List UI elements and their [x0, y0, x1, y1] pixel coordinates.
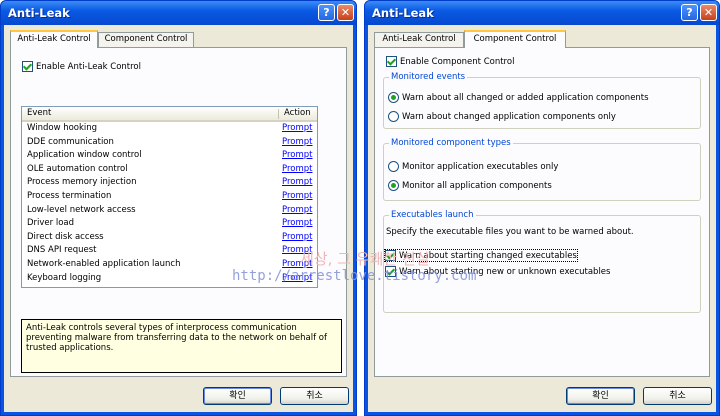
warn-changed-executables-checkbox[interactable]: Warn about starting changed executables [384, 249, 578, 262]
tab-panel: Enable Anti-Leak Control Event Action Wi… [10, 47, 347, 377]
event-name: Keyboard logging [27, 272, 102, 283]
action-link[interactable]: Prompt [282, 205, 313, 215]
table-row[interactable]: Network-enabled application launch Prompt [22, 258, 317, 272]
close-button[interactable]: ✕ [700, 4, 717, 21]
radio-label: Warn about changed application component… [402, 111, 616, 122]
radio-label: Monitor all application components [402, 180, 552, 191]
action-link[interactable]: Prompt [282, 191, 313, 201]
column-header-action[interactable]: Action [284, 108, 311, 118]
table-row[interactable]: Process termination Prompt [22, 190, 317, 204]
group-label: Monitored component types [389, 138, 513, 148]
event-name: Application window control [27, 150, 142, 161]
anti-leak-dialog-right: Anti-Leak ? ✕ Anti-Leak Control Componen… [364, 0, 720, 416]
action-link[interactable]: Prompt [282, 164, 313, 174]
radio-icon [388, 111, 399, 122]
table-row[interactable]: OLE automation control Prompt [22, 163, 317, 177]
checkbox-icon [385, 250, 396, 261]
radio-all-components[interactable]: Monitor all application components [388, 180, 552, 191]
checkbox-icon [385, 266, 396, 277]
event-name: DDE communication [27, 136, 114, 147]
table-row[interactable]: Driver load Prompt [22, 217, 317, 231]
table-row[interactable]: Window hooking Prompt [22, 122, 317, 136]
dialog-client: Anti-Leak Control Component Control Enab… [368, 25, 716, 412]
list-header: Event Action [22, 107, 317, 122]
ok-button[interactable]: 확인 [203, 387, 272, 405]
cancel-button[interactable]: 취소 [280, 387, 349, 405]
radio-warn-all-changed[interactable]: Warn about all changed or added applicat… [388, 92, 649, 103]
action-link[interactable]: Prompt [282, 123, 313, 133]
action-link[interactable]: Prompt [282, 232, 313, 242]
enable-component-label: Enable Component Control [400, 56, 515, 67]
action-link[interactable]: Prompt [282, 273, 313, 283]
enable-component-checkbox[interactable]: Enable Component Control [386, 56, 514, 67]
checkbox-label: Warn about starting new or unknown execu… [399, 266, 611, 277]
radio-label: Warn about all changed or added applicat… [402, 92, 649, 103]
column-header-event[interactable]: Event [27, 108, 51, 118]
checkbox-label: Warn about starting changed executables [399, 250, 577, 261]
tab-component-control[interactable]: Component Control [98, 32, 194, 47]
checkbox-icon [22, 61, 33, 72]
radio-label: Monitor application executables only [402, 161, 559, 172]
title-bar[interactable]: Anti-Leak ? ✕ [365, 1, 719, 25]
table-row[interactable]: Application window control Prompt [22, 149, 317, 163]
cancel-button[interactable]: 취소 [643, 387, 712, 405]
event-name: Low-level network access [27, 204, 136, 215]
monitored-events-group: Monitored events Warn about all changed … [383, 72, 701, 129]
executables-launch-group: Executables launch Specify the executabl… [383, 210, 701, 313]
radio-executables-only[interactable]: Monitor application executables only [388, 161, 558, 172]
event-name: Window hooking [27, 123, 98, 133]
event-name: Process memory injection [27, 177, 137, 188]
event-name: Driver load [27, 218, 75, 229]
radio-warn-changed-only[interactable]: Warn about changed application component… [388, 111, 616, 122]
radio-icon [388, 161, 399, 172]
enable-anti-leak-label: Enable Anti-Leak Control [36, 61, 141, 72]
instruction-text: Specify the executable files you want to… [386, 227, 634, 237]
enable-anti-leak-checkbox[interactable]: Enable Anti-Leak Control [22, 61, 141, 72]
action-link[interactable]: Prompt [282, 218, 313, 228]
help-button[interactable]: ? [318, 4, 335, 21]
monitored-types-group: Monitored component types Monitor applic… [383, 138, 701, 201]
table-row[interactable]: Keyboard logging Prompt [22, 272, 317, 286]
event-name: OLE automation control [27, 163, 128, 174]
window-title: Anti-Leak [372, 6, 434, 20]
event-name: Process termination [27, 191, 112, 201]
dialog-client: Anti-Leak Control Component Control Enab… [4, 25, 353, 412]
table-row[interactable]: Low-level network access Prompt [22, 204, 317, 218]
tab-component-control[interactable]: Component Control [464, 30, 566, 48]
warn-new-executables-checkbox[interactable]: Warn about starting new or unknown execu… [385, 266, 610, 277]
action-link[interactable]: Prompt [282, 259, 313, 269]
action-link[interactable]: Prompt [282, 245, 313, 255]
checkbox-icon [386, 56, 397, 67]
table-row[interactable]: Process memory injection Prompt [22, 176, 317, 190]
group-label: Executables launch [389, 210, 476, 220]
group-label: Monitored events [389, 72, 468, 82]
event-name: Network-enabled application launch [27, 259, 181, 269]
event-name: DNS API request [27, 245, 97, 256]
action-link[interactable]: Prompt [282, 137, 313, 147]
ok-button[interactable]: 확인 [566, 387, 635, 405]
action-link[interactable]: Prompt [282, 150, 313, 160]
description-box: Anti-Leak controls several types of inte… [21, 319, 342, 373]
help-button[interactable]: ? [681, 4, 698, 21]
close-button[interactable]: ✕ [337, 4, 354, 21]
table-row[interactable]: DNS API request Prompt [22, 244, 317, 258]
window-title: Anti-Leak [8, 6, 70, 20]
title-bar[interactable]: Anti-Leak ? ✕ [1, 1, 356, 25]
tab-anti-leak-control[interactable]: Anti-Leak Control [374, 32, 464, 47]
tab-panel: Enable Component Control Monitored event… [374, 47, 710, 377]
event-list[interactable]: Event Action Window hooking Prompt DDE com… [21, 106, 318, 288]
column-separator [278, 109, 279, 119]
tab-anti-leak-control[interactable]: Anti-Leak Control [10, 30, 98, 48]
radio-selected-icon [388, 180, 399, 191]
table-row[interactable]: Direct disk access Prompt [22, 231, 317, 245]
action-link[interactable]: Prompt [282, 177, 313, 187]
event-name: Direct disk access [27, 231, 104, 242]
radio-selected-icon [388, 92, 399, 103]
anti-leak-dialog-left: Anti-Leak ? ✕ Anti-Leak Control Componen… [0, 0, 357, 416]
table-row[interactable]: DDE communication Prompt [22, 136, 317, 150]
